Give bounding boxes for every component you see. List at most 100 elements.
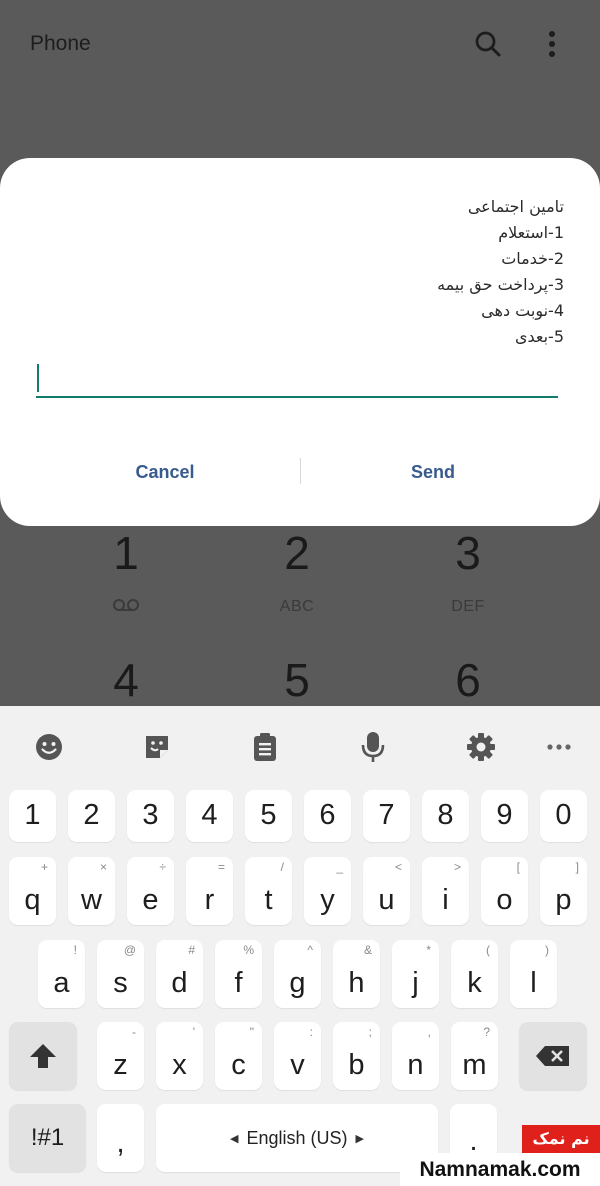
key-1[interactable]: 1 bbox=[9, 790, 56, 842]
key-6[interactable]: 6 bbox=[304, 790, 351, 842]
key-label: u bbox=[378, 884, 395, 916]
key-hint: & bbox=[363, 943, 372, 957]
key-9[interactable]: 9 bbox=[481, 790, 528, 842]
dialpad-key-1[interactable]: 1 bbox=[66, 528, 186, 617]
key-x[interactable]: ' x bbox=[156, 1022, 203, 1090]
dialpad-digit: 2 bbox=[284, 527, 310, 579]
dialpad-key-3[interactable]: 3 DEF bbox=[408, 528, 528, 616]
key-5[interactable]: 5 bbox=[245, 790, 292, 842]
key-h[interactable]: & h bbox=[333, 940, 380, 1008]
key-label: k bbox=[467, 967, 482, 999]
key-l[interactable]: ) l bbox=[510, 940, 557, 1008]
backspace-key[interactable] bbox=[519, 1022, 587, 1090]
key-hint: * bbox=[426, 943, 431, 957]
key-3[interactable]: 3 bbox=[127, 790, 174, 842]
key-label: v bbox=[290, 1049, 305, 1081]
key-hint: < bbox=[394, 860, 402, 874]
dialpad-key-6[interactable]: 6 bbox=[408, 655, 528, 705]
key-t[interactable]: / t bbox=[245, 857, 292, 925]
key-label: 5 bbox=[260, 799, 277, 831]
key-b[interactable]: ; b bbox=[333, 1022, 380, 1090]
key-2[interactable]: 2 bbox=[68, 790, 115, 842]
key-label: f bbox=[234, 967, 243, 999]
cancel-button[interactable]: Cancel bbox=[40, 454, 290, 490]
key-label: a bbox=[53, 967, 70, 999]
key-label: x bbox=[172, 1049, 187, 1081]
key-label: i bbox=[442, 884, 449, 916]
key-f[interactable]: % f bbox=[215, 940, 262, 1008]
key-hint: [ bbox=[516, 860, 520, 874]
microphone-icon[interactable] bbox=[356, 730, 390, 764]
key-w[interactable]: × w bbox=[68, 857, 115, 925]
send-button[interactable]: Send bbox=[308, 454, 558, 490]
space-key[interactable]: ◀ English (US) ▶ bbox=[156, 1104, 438, 1172]
clipboard-icon[interactable] bbox=[248, 730, 282, 764]
emoji-icon[interactable] bbox=[32, 730, 66, 764]
space-label-wrap: ◀ English (US) ▶ bbox=[156, 1104, 438, 1172]
key-j[interactable]: * j bbox=[392, 940, 439, 1008]
watermark-logo: نم نمک bbox=[522, 1125, 600, 1153]
key-hint: ? bbox=[483, 1025, 490, 1039]
key-label: o bbox=[496, 884, 513, 916]
dialpad-digit: 5 bbox=[284, 654, 310, 706]
key-0[interactable]: 0 bbox=[540, 790, 587, 842]
key-label: 9 bbox=[496, 799, 513, 831]
key-s[interactable]: @ s bbox=[97, 940, 144, 1008]
key-m[interactable]: ? m bbox=[451, 1022, 498, 1090]
more-vert-icon[interactable] bbox=[532, 24, 572, 64]
key-u[interactable]: < u bbox=[363, 857, 410, 925]
ussd-dialog: تامین اجتماعی 1-استعلام 2-خدمات 3-پرداخت… bbox=[0, 158, 600, 526]
dialpad-digit: 4 bbox=[113, 654, 139, 706]
shift-key[interactable] bbox=[9, 1022, 77, 1090]
more-horiz-icon[interactable] bbox=[542, 730, 576, 764]
reply-input[interactable] bbox=[36, 362, 558, 398]
key-q[interactable]: + q bbox=[9, 857, 56, 925]
key-label: b bbox=[348, 1049, 365, 1081]
settings-icon[interactable] bbox=[464, 730, 498, 764]
key-8[interactable]: 8 bbox=[422, 790, 469, 842]
key-i[interactable]: > i bbox=[422, 857, 469, 925]
key-v[interactable]: :v bbox=[274, 1022, 321, 1090]
shift-icon bbox=[9, 1022, 77, 1090]
key-7[interactable]: 7 bbox=[363, 790, 410, 842]
key-r[interactable]: = r bbox=[186, 857, 233, 925]
dialpad-key-2[interactable]: 2 ABC bbox=[237, 528, 357, 616]
app-bar: Phone bbox=[0, 0, 600, 90]
key-c[interactable]: " c bbox=[215, 1022, 262, 1090]
key-d[interactable]: # d bbox=[156, 940, 203, 1008]
key-label: , bbox=[116, 1127, 125, 1159]
key-label: t bbox=[264, 884, 273, 916]
key-e[interactable]: ÷ e bbox=[127, 857, 174, 925]
key-n[interactable]: ,n bbox=[392, 1022, 439, 1090]
key-hint: : bbox=[309, 1025, 313, 1039]
key-y[interactable]: _ y bbox=[304, 857, 351, 925]
dialpad-key-5[interactable]: 5 bbox=[237, 655, 357, 705]
search-icon[interactable] bbox=[468, 24, 508, 64]
dialpad-digit: 1 bbox=[113, 527, 139, 579]
ussd-line: 5-بعدی bbox=[514, 327, 564, 346]
key-p[interactable]: ] p bbox=[540, 857, 587, 925]
key-label: . bbox=[469, 1125, 478, 1157]
comma-key[interactable]: , bbox=[97, 1104, 144, 1172]
key-k[interactable]: (k bbox=[451, 940, 498, 1008]
key-o[interactable]: [o bbox=[481, 857, 528, 925]
key-label: h bbox=[348, 967, 365, 999]
key-hint: ( bbox=[486, 943, 490, 957]
dialpad-letters: DEF bbox=[451, 598, 485, 615]
key-g[interactable]: ^ g bbox=[274, 940, 321, 1008]
key-hint: × bbox=[99, 860, 107, 874]
watermark-site: Namnamak.com bbox=[400, 1153, 600, 1186]
key-hint: ] bbox=[575, 860, 579, 874]
key-label: 8 bbox=[437, 799, 454, 831]
dialpad-letters: ABC bbox=[279, 598, 315, 615]
sticker-icon[interactable] bbox=[140, 730, 174, 764]
key-label: z bbox=[113, 1049, 128, 1081]
key-4[interactable]: 4 bbox=[186, 790, 233, 842]
app-title: Phone bbox=[30, 32, 91, 55]
key-a[interactable]: ! a bbox=[38, 940, 85, 1008]
key-label: e bbox=[142, 884, 159, 916]
symbols-key[interactable]: !#1 bbox=[9, 1104, 86, 1172]
key-z[interactable]: -z bbox=[97, 1022, 144, 1090]
button-divider bbox=[300, 458, 301, 484]
dialpad-key-4[interactable]: 4 bbox=[66, 655, 186, 705]
